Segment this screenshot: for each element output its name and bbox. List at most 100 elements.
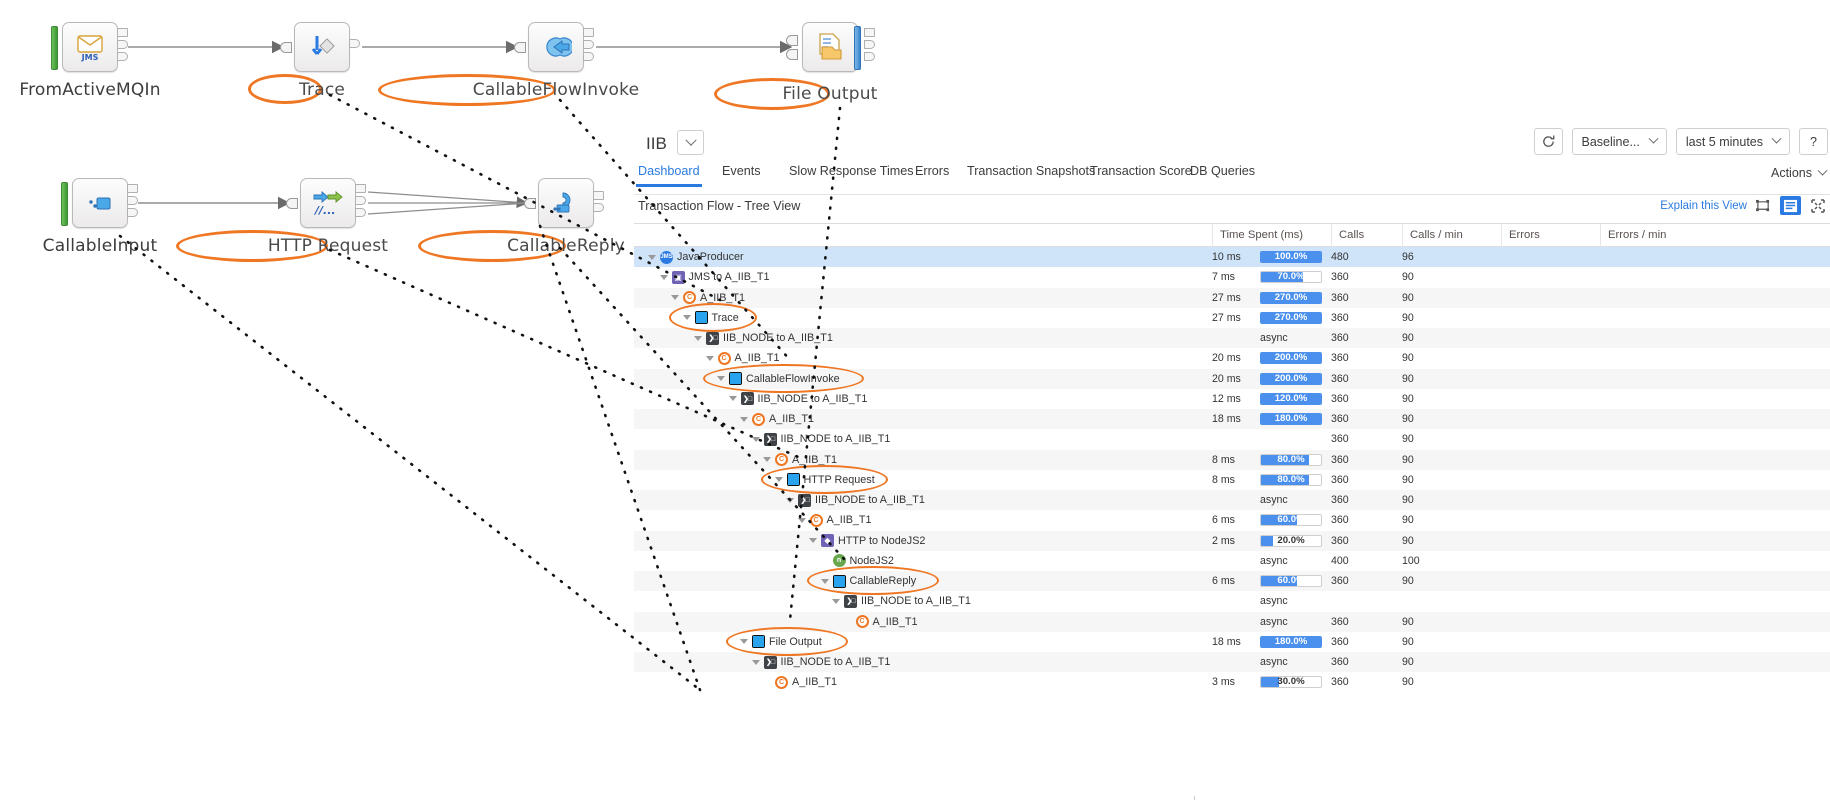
tree-node[interactable]: C A_IIB_T1 [671, 288, 745, 308]
refresh-button[interactable] [1533, 128, 1563, 155]
time-range-dropdown[interactable]: last 5 minutes [1675, 128, 1790, 155]
tree-view-button[interactable] [1780, 196, 1801, 215]
explain-this-view-link[interactable]: Explain this View [1660, 200, 1747, 212]
tab-transaction-snapshots[interactable]: Transaction Snapshots [967, 164, 1095, 187]
column-header-errors-min[interactable]: Errors / min [1600, 224, 1720, 247]
tree-node[interactable]: ❯□ IIB_NODE to A_IIB_T1 [786, 490, 925, 510]
tab-slow-response-times[interactable]: Slow Response Times [789, 164, 914, 187]
table-row[interactable]: CallableFlowInvoke 20 ms 200.0% 360 90 [634, 368, 1830, 389]
exit-call-icon: ❯□ [740, 392, 754, 406]
tree-node[interactable]: ❯□ IIB_NODE to A_IIB_T1 [694, 328, 833, 348]
flow-view-button[interactable] [1753, 196, 1774, 215]
tree-view-icon [1783, 199, 1798, 212]
table-row[interactable]: ❯□ IIB_NODE to A_IIB_T1 async 360 90 [634, 490, 1830, 511]
tree-node[interactable]: C A_IIB_T1 [763, 450, 837, 470]
expand-caret-icon[interactable] [694, 335, 702, 341]
application-dropdown[interactable] [677, 130, 704, 155]
table-row[interactable]: C A_IIB_T1 8 ms 80.0% 360 90 [634, 449, 1830, 470]
expand-caret-icon[interactable] [659, 274, 668, 280]
column-header-errors[interactable]: Errors [1501, 224, 1600, 247]
expand-caret-icon[interactable] [740, 639, 748, 645]
expand-caret-icon[interactable] [820, 578, 829, 584]
table-row[interactable]: JMS JavaProducer 10 ms 100.0% 480 96 [634, 247, 1830, 268]
expand-caret-icon[interactable] [751, 659, 760, 665]
baseline-dropdown[interactable]: Baseline... [1571, 128, 1667, 155]
expand-caret-icon[interactable] [682, 315, 691, 321]
table-row[interactable]: C A_IIB_T1 18 ms 180.0% 360 90 [634, 409, 1830, 430]
cell-time-spent-bar: 120.0% [1260, 392, 1322, 405]
table-row[interactable]: ◆ HTTP to NodeJS2 2 ms 20.0% 360 90 [634, 530, 1830, 551]
table-row[interactable]: ▣ JMS to A_IIB_T1 7 ms 70.0% 360 90 [634, 267, 1830, 288]
expand-caret-icon[interactable] [705, 355, 714, 361]
expand-caret-icon[interactable] [763, 457, 771, 463]
column-header-calls[interactable]: Calls [1331, 224, 1402, 247]
tree-node[interactable]: ❯□ IIB_NODE to A_IIB_T1 [751, 652, 890, 672]
callable-input-icon [61, 178, 138, 228]
flow-node-file-output[interactable]: File Output [714, 22, 877, 110]
expand-caret-icon[interactable] [648, 254, 656, 260]
table-row[interactable]: ❯□ IIB_NODE to A_IIB_T1 async 360 90 [634, 328, 1830, 349]
tree-node[interactable]: CallableFlowInvoke [717, 369, 840, 389]
column-header-calls-min[interactable]: Calls / min [1402, 224, 1501, 247]
tree-node[interactable]: C A_IIB_T1 [844, 612, 918, 632]
horizontal-scrollbar[interactable] [1194, 796, 1195, 800]
tree-node[interactable]: ❯□ IIB_NODE to A_IIB_T1 [728, 389, 867, 409]
expand-caret-icon[interactable] [740, 416, 748, 422]
tab-transaction-score[interactable]: Transaction Score [1090, 164, 1192, 187]
table-row[interactable]: File Output 18 ms 180.0% 360 90 [634, 631, 1830, 652]
flow-node-from-active-mq-in[interactable]: JMS FromActiveMQIn [19, 22, 160, 100]
expand-caret-icon[interactable] [774, 477, 783, 483]
table-row[interactable]: Trace 27 ms 270.0% 360 90 [634, 307, 1830, 328]
tree-node[interactable]: ▣ JMS to A_IIB_T1 [659, 267, 770, 287]
help-button[interactable]: ? [1799, 128, 1828, 155]
table-row[interactable]: C A_IIB_T1 async 360 90 [634, 611, 1830, 632]
tree-node[interactable]: C A_IIB_T1 [763, 672, 837, 692]
expand-caret-icon[interactable] [751, 436, 760, 442]
bar-label: 80.0% [1277, 453, 1305, 465]
bar-label: 60.0% [1277, 514, 1305, 526]
tree-node[interactable]: ❯□ IIB_NODE to A_IIB_T1 [832, 591, 971, 611]
table-row[interactable]: CallableReply 6 ms 60.0% 360 90 [634, 571, 1830, 592]
tree-node[interactable]: C A_IIB_T1 [797, 510, 872, 530]
flow-node-http-request[interactable]: //... HTTP Request [176, 178, 388, 262]
flow-node-callable-input[interactable]: CallableInput [43, 178, 157, 256]
expand-caret-icon[interactable] [797, 517, 806, 523]
expand-caret-icon[interactable] [671, 295, 679, 301]
tab-dashboard[interactable]: Dashboard [636, 164, 702, 187]
expand-caret-icon[interactable] [786, 497, 794, 503]
tree-node[interactable]: C A_IIB_T1 [705, 348, 780, 368]
table-row[interactable]: C A_IIB_T1 6 ms 60.0% 360 90 [634, 510, 1830, 531]
tree-node[interactable]: Trace [682, 308, 739, 328]
tree-node[interactable]: ❯□ IIB_NODE to A_IIB_T1 [751, 429, 891, 449]
expand-caret-icon[interactable] [832, 598, 840, 604]
expand-caret-icon[interactable] [717, 376, 725, 382]
tree-node-label: IIB_NODE to A_IIB_T1 [780, 433, 891, 446]
flow-node-callable-flow-invoke[interactable]: CallableFlowInvoke [378, 22, 639, 106]
table-row[interactable]: HTTP Request 8 ms 80.0% 360 90 [634, 469, 1830, 490]
column-header-time-spent[interactable]: Time Spent (ms) [1212, 224, 1331, 247]
table-row[interactable]: ❯□ IIB_NODE to A_IIB_T1 async [634, 591, 1830, 612]
expand-caret-icon[interactable] [809, 538, 817, 544]
table-row[interactable]: C A_IIB_T1 20 ms 200.0% 360 90 [634, 348, 1830, 369]
expand-caret-icon[interactable] [728, 396, 737, 402]
table-row[interactable]: C A_IIB_T1 27 ms 270.0% 360 90 [634, 287, 1830, 308]
table-row[interactable]: C A_IIB_T1 3 ms 30.0% 360 90 [634, 672, 1830, 693]
tab-errors[interactable]: Errors [915, 164, 949, 187]
table-row[interactable]: ❯□ IIB_NODE to A_IIB_T1 async 360 90 [634, 652, 1830, 673]
flow-node-callable-reply[interactable]: CallableReply [418, 178, 625, 262]
tree-node[interactable]: n NodeJS2 [821, 551, 894, 571]
actions-menu[interactable]: Actions [1771, 165, 1828, 180]
table-row[interactable]: ❯□ IIB_NODE to A_IIB_T1 12 ms 120.0% 360 90 [634, 388, 1830, 409]
collapse-button[interactable] [1807, 196, 1828, 215]
tree-node[interactable]: HTTP Request [774, 470, 875, 490]
table-row[interactable]: ❯□ IIB_NODE to A_IIB_T1 360 90 [634, 429, 1830, 450]
tree-node[interactable]: CallableReply [820, 571, 916, 591]
tree-node[interactable]: File Output [740, 632, 822, 652]
flow-node-trace[interactable]: Trace [248, 22, 360, 104]
table-row[interactable]: n NodeJS2 async 400 100 [634, 550, 1830, 571]
tree-node[interactable]: ◆ HTTP to NodeJS2 [809, 531, 925, 551]
tab-events[interactable]: Events [722, 164, 761, 187]
tree-node[interactable]: C A_IIB_T1 [740, 409, 814, 429]
tab-db-queries[interactable]: DB Queries [1190, 164, 1255, 187]
tree-node[interactable]: JMS JavaProducer [648, 247, 744, 267]
